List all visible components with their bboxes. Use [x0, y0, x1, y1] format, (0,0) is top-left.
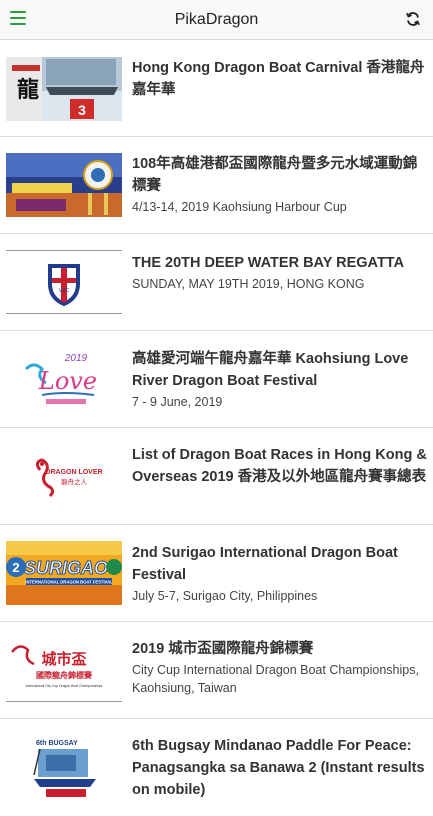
logo-text: 城市盃: [41, 650, 86, 668]
list-item[interactable]: VRC THE 20TH DEEP WATER BAY REGATTA SUND…: [0, 234, 433, 331]
item-title: 2nd Surigao International Dragon Boat Fe…: [132, 545, 398, 583]
svg-text:VRC: VRC: [59, 288, 70, 294]
logo-subtext: 龍舟之人: [61, 477, 88, 486]
item-title: List of Dragon Boat Races in Hong Kong &…: [132, 447, 427, 485]
item-subtitle: 7 - 9 June, 2019: [132, 395, 223, 409]
event-list: 3 龍 Hong Kong Dragon Boat Carnival 香港龍舟嘉…: [0, 40, 433, 816]
city-cup-logo-thumbnail: 城市盃 國際龍舟錦標賽 International City Cup Drago…: [6, 638, 122, 702]
deep-water-bay-shield-thumbnail: VRC: [6, 250, 122, 314]
bugsay-mindanao-thumbnail: 6th BUGSAY: [6, 735, 122, 799]
logo-english: International City Cup Dragon Boat Champ…: [26, 684, 103, 688]
item-title: 高雄愛河端午龍舟嘉年華 Kaohsiung Love River Dragon …: [132, 351, 409, 389]
item-subtitle: 4/13-14, 2019 Kaohsiung Harbour Cup: [132, 200, 347, 214]
item-title: 6th Bugsay Mindanao Paddle For Peace: Pa…: [132, 738, 425, 798]
dragon-lover-logo-thumbnail: DRAGON LOVER 龍舟之人: [6, 444, 122, 508]
app-title: PikaDragon: [174, 11, 259, 28]
item-title: 2019 城市盃國際龍舟錦標賽: [132, 641, 314, 657]
list-item[interactable]: 城市盃 國際龍舟錦標賽 International City Cup Drago…: [0, 622, 433, 719]
item-subtitle: City Cup International Dragon Boat Champ…: [132, 663, 419, 695]
svg-text:龍: 龍: [17, 77, 39, 103]
item-title: THE 20TH DEEP WATER BAY REGATTA: [132, 255, 405, 271]
refresh-icon[interactable]: [405, 11, 421, 27]
logo-subtext: INTERNATIONAL DRAGON BOAT FESTIVAL: [25, 580, 113, 585]
love-river-logo-thumbnail: 2019 Love: [6, 347, 122, 411]
item-subtitle: SUNDAY, MAY 19TH 2019, HONG KONG: [132, 277, 365, 291]
logo-text: Love: [38, 367, 97, 395]
logo-text: 6th BUGSAY: [36, 740, 78, 747]
list-item[interactable]: 3 龍 Hong Kong Dragon Boat Carnival 香港龍舟嘉…: [0, 40, 433, 137]
list-item[interactable]: 2 SURIGAO INTERNATIONAL DRAGON BOAT FEST…: [0, 525, 433, 622]
logo-text: DRAGON LOVER: [45, 469, 102, 476]
app-bar: PikaDragon: [0, 0, 433, 40]
logo-subtext: 國際龍舟錦標賽: [36, 670, 93, 680]
logo-text: SURIGAO: [24, 558, 108, 578]
item-title: Hong Kong Dragon Boat Carnival 香港龍舟嘉年華: [132, 60, 425, 98]
kaohsiung-harbour-cup-thumbnail: [6, 153, 122, 217]
svg-text:2: 2: [12, 560, 19, 575]
surigao-festival-thumbnail: 2 SURIGAO INTERNATIONAL DRAGON BOAT FEST…: [6, 541, 122, 605]
svg-text:3: 3: [78, 102, 86, 118]
list-item[interactable]: 108年高雄港都盃國際龍舟暨多元水域運動錦標賽 4/13-14, 2019 Ka…: [0, 137, 433, 234]
svg-text:2019: 2019: [64, 353, 88, 364]
hk-carnival-thumbnail: 3 龍: [6, 57, 122, 121]
list-item[interactable]: 2019 Love 高雄愛河端午龍舟嘉年華 Kaohsiung Love Riv…: [0, 331, 433, 428]
item-subtitle: July 5-7, Surigao City, Philippines: [132, 589, 318, 603]
item-title: 108年高雄港都盃國際龍舟暨多元水域運動錦標賽: [132, 156, 418, 194]
list-item[interactable]: DRAGON LOVER 龍舟之人 List of Dragon Boat Ra…: [0, 428, 433, 525]
list-item[interactable]: 6th BUGSAY 6th Bugsay Mindanao Paddle Fo…: [0, 719, 433, 816]
